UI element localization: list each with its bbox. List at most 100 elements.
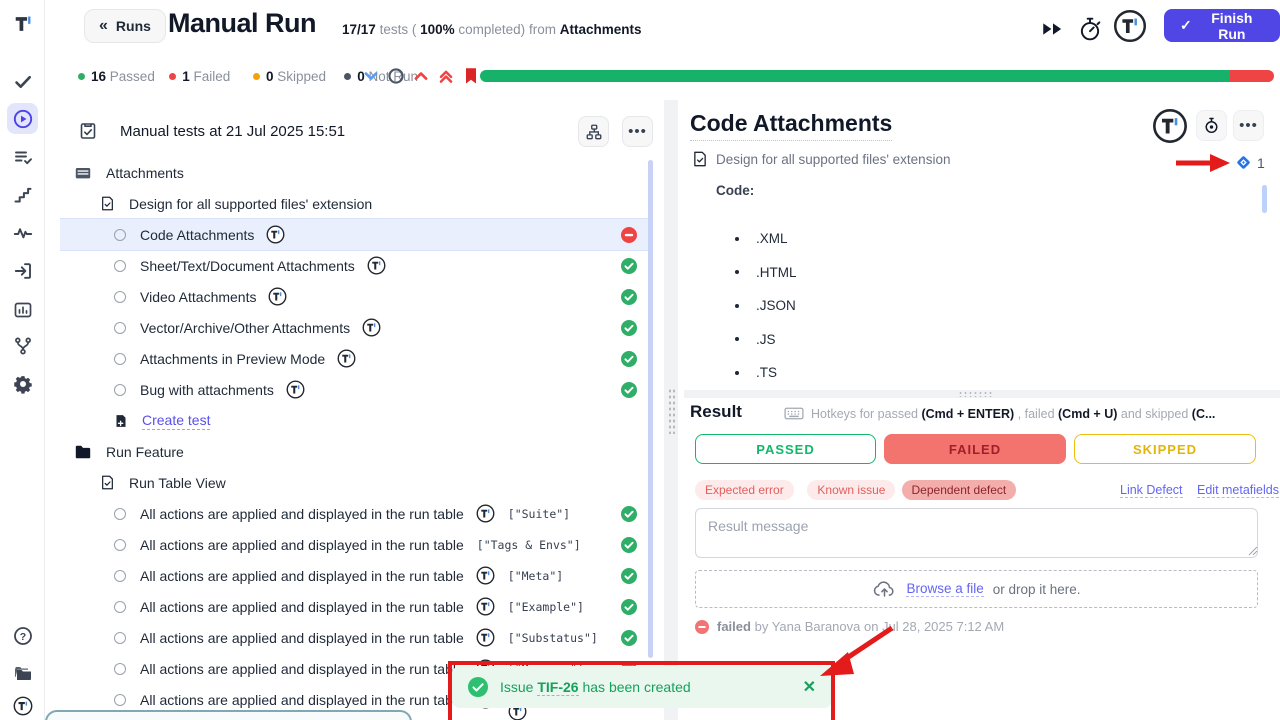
issue-id-link[interactable]: TIF-26 <box>537 679 578 696</box>
result-tag-known-issue[interactable]: Known issue <box>807 480 895 500</box>
result-tag-expected-error[interactable]: Expected error <box>695 480 794 500</box>
rail-gear-icon[interactable] <box>7 368 38 399</box>
tree-node-folder-solid[interactable]: Run Feature <box>60 436 648 467</box>
chevrons-up-icon[interactable] <box>437 67 455 85</box>
project-logo-icon[interactable] <box>1113 9 1147 43</box>
tree-test-row[interactable]: All actions are applied and displayed in… <box>60 498 648 529</box>
status-count-skipped[interactable]: 0 Skipped <box>253 69 326 84</box>
rail-sign-in-icon[interactable] <box>7 255 38 286</box>
rail-avatar-logo-icon[interactable] <box>7 690 38 720</box>
tree-test-row[interactable]: All actions are applied and displayed in… <box>60 529 648 560</box>
create-test-link[interactable]: Create test <box>142 412 210 430</box>
rail-check-icon[interactable] <box>7 66 38 97</box>
back-to-runs-button[interactable]: « Runs <box>84 9 166 43</box>
ellipsis-icon: ••• <box>628 123 647 140</box>
tree-view-toggle-button[interactable] <box>578 116 609 147</box>
test-tree-panel: Manual tests at 21 Jul 2025 15:51 ••• At… <box>60 108 660 720</box>
rail-pulse-icon[interactable] <box>7 217 38 248</box>
test-logo-icon[interactable] <box>1152 108 1188 144</box>
tree-test-row[interactable]: All actions are applied and displayed in… <box>60 560 648 591</box>
document-icon <box>100 195 115 212</box>
archive-folder-icon <box>74 164 92 182</box>
test-tree: AttachmentsDesign for all supported file… <box>60 157 660 720</box>
tree-test-row[interactable]: Attachments in Preview Mode <box>60 343 648 374</box>
cloud-upload-icon <box>872 579 897 599</box>
tree-test-row[interactable]: Video Attachments <box>60 281 648 312</box>
detail-timer-button[interactable] <box>1196 110 1227 141</box>
passed-status-icon <box>621 351 637 367</box>
rail-bar-chart-icon[interactable] <box>7 294 38 325</box>
radio-circle-icon <box>114 291 126 303</box>
passed-status-icon <box>621 506 637 522</box>
link-defect-link[interactable]: Link Defect <box>1120 483 1183 498</box>
result-tag-dependent-defect[interactable]: Dependent defect <box>902 480 1017 500</box>
code-extension-item: .HTML <box>735 256 797 290</box>
radio-circle-icon <box>114 601 126 613</box>
detail-more-button[interactable]: ••• <box>1233 110 1264 141</box>
toast-notification[interactable]: Issue TIF-26 has been created ✕ <box>452 666 832 708</box>
status-count-not-run[interactable]: 0 Not Run <box>344 69 418 84</box>
chevron-down-icon[interactable] <box>362 67 380 85</box>
passed-status-icon <box>621 382 637 398</box>
tree-node-folder-archive[interactable]: Attachments <box>60 157 648 188</box>
success-check-icon <box>468 677 488 697</box>
chevron-up-icon[interactable] <box>412 67 430 85</box>
file-dropzone[interactable]: Browse a file or drop it here. <box>695 570 1258 608</box>
finish-run-button[interactable]: ✓ Finish Run <box>1164 9 1280 42</box>
rail-help-icon[interactable]: ? <box>7 620 38 651</box>
bullet-icon <box>735 237 739 241</box>
code-extension-item: .JS <box>735 323 797 357</box>
tree-test-row[interactable]: Bug with attachments <box>60 374 648 405</box>
test-logo-icon <box>266 225 285 244</box>
rail-folders-icon[interactable] <box>7 657 38 688</box>
detail-scrollbar[interactable] <box>1262 185 1267 213</box>
hotkeys-hint: Hotkeys for passed (Cmd + ENTER) , faile… <box>784 406 1215 421</box>
test-logo-icon <box>476 628 495 647</box>
clipboard-check-icon <box>78 121 98 141</box>
result-heading: Result <box>690 402 742 422</box>
status-count-failed[interactable]: 1 Failed <box>169 69 230 84</box>
status-count-passed[interactable]: 16 Passed <box>78 69 155 84</box>
bookmark-icon[interactable] <box>462 67 480 85</box>
passed-status-icon <box>621 568 637 584</box>
circle-icon[interactable] <box>387 67 405 85</box>
radio-circle-icon <box>114 322 126 334</box>
app-logo-icon[interactable] <box>7 8 38 39</box>
result-skipped-button[interactable]: SKIPPED <box>1074 434 1256 464</box>
rail-branch-icon[interactable] <box>7 330 38 361</box>
tree-node-doc[interactable]: Run Table View <box>60 467 648 498</box>
tree-node-doc[interactable]: Design for all supported files' extensio… <box>60 188 648 219</box>
tree-panel-header: Manual tests at 21 Jul 2025 15:51 ••• <box>60 116 660 152</box>
rail-stairs-icon[interactable] <box>7 179 38 210</box>
passed-status-icon <box>621 537 637 553</box>
tree-more-button[interactable]: ••• <box>622 116 653 147</box>
tree-test-row[interactable]: Sheet/Text/Document Attachments <box>60 250 648 281</box>
result-passed-button[interactable]: PASSED <box>695 434 876 464</box>
code-extension-item: .JSON <box>735 289 797 323</box>
last-result-row: failed by Yana Baranova on Jul 28, 2025 … <box>695 619 1004 634</box>
tree-node-create[interactable]: Create test <box>60 405 648 436</box>
tree-scrollbar[interactable] <box>648 160 653 658</box>
result-failed-button[interactable]: FAILED <box>884 434 1066 464</box>
tree-test-row[interactable]: Code Attachments <box>60 219 648 250</box>
toast-close-icon[interactable]: ✕ <box>803 677 816 697</box>
test-logo-icon <box>476 566 495 585</box>
result-message-input[interactable] <box>695 508 1258 558</box>
radio-circle-icon <box>114 353 126 365</box>
radio-circle-icon <box>114 508 126 520</box>
test-logo-icon <box>476 504 495 523</box>
tree-test-row[interactable]: All actions are applied and displayed in… <box>60 622 648 653</box>
test-logo-icon <box>362 318 381 337</box>
ellipsis-icon: ••• <box>1239 117 1258 134</box>
fast-forward-icon[interactable] <box>1040 16 1066 42</box>
linked-defect-badge[interactable]: 1 <box>1235 154 1265 171</box>
tree-test-row[interactable]: All actions are applied and displayed in… <box>60 591 648 622</box>
rail-play-circle-icon[interactable] <box>7 103 38 134</box>
browse-file-link[interactable]: Browse a file <box>906 581 983 597</box>
progress-failed-segment <box>1230 70 1274 82</box>
code-extension-item: .XML <box>735 222 797 256</box>
stopwatch-icon[interactable] <box>1077 16 1103 42</box>
edit-metafields-link[interactable]: Edit metafields <box>1197 483 1279 498</box>
rail-list-check-icon[interactable] <box>7 141 38 172</box>
tree-test-row[interactable]: Vector/Archive/Other Attachments <box>60 312 648 343</box>
